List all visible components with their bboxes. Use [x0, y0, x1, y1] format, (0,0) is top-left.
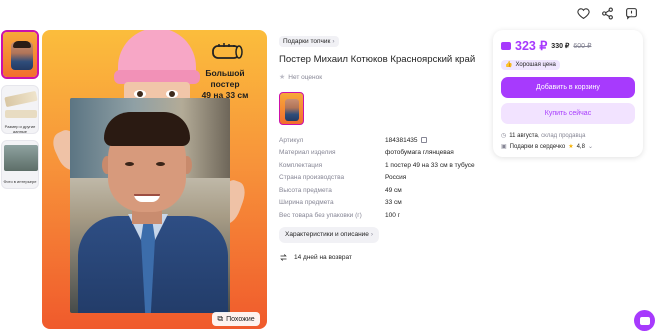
- spec-row: Ширина предмета 33 см: [279, 199, 402, 207]
- seller-info[interactable]: ▣ Подарки в сердечко ★ 4,8 ⌄: [501, 143, 635, 151]
- chat-button[interactable]: [634, 310, 655, 331]
- report-icon[interactable]: [624, 6, 638, 20]
- buy-now-button[interactable]: Купить сейчас: [501, 103, 635, 124]
- chat-icon: [639, 316, 650, 325]
- thumbnail-3[interactable]: Фото в интерьере: [1, 140, 39, 189]
- specs-table: Артикул 184381435 Материал изделия фотобум…: [279, 134, 494, 222]
- spec-row: Комплектация 1 постер 49 на 33 см в тубус…: [279, 161, 475, 169]
- chevron-right-icon: ›: [332, 38, 335, 45]
- main-product-image[interactable]: Большой постер 49 на 33 см ⧉ Похожие: [42, 30, 267, 329]
- copy-icon[interactable]: [420, 137, 427, 144]
- chevron-right-icon: ›: [370, 231, 374, 238]
- return-icon: [280, 253, 287, 261]
- store-icon: ▣: [501, 144, 507, 150]
- thumbnail-caption: Фото в интерьере: [3, 179, 37, 184]
- old-price: 600 ₽: [573, 42, 592, 50]
- poster-size-badge: Большой постер 49 на 33 см: [201, 68, 249, 100]
- chevron-down-icon: ⌄: [587, 144, 593, 150]
- product-info: Подарки топчик › Постер Михаил Котюков К…: [279, 30, 494, 262]
- regular-price: 330 ₽: [551, 42, 570, 50]
- price-row: 323 ₽ 330 ₽ 600 ₽: [501, 38, 635, 53]
- delivery-info: ◷ 11 августа, склад продавца: [501, 132, 586, 140]
- heart-icon[interactable]: [576, 6, 590, 20]
- spec-row: Материал изделия фотобумага глянцевая: [279, 149, 454, 157]
- top-actions: [576, 6, 638, 20]
- thumbnail-1[interactable]: [1, 30, 39, 79]
- thumbnail-2[interactable]: Размер и другие данные: [1, 85, 39, 134]
- thumbs-up-icon: 👍: [505, 62, 513, 68]
- product-page: Размер и другие данные Фото в интерьере …: [0, 0, 656, 335]
- details-button[interactable]: Характеристики и описание ›: [279, 226, 380, 243]
- spec-row: Высота предмета 49 см: [279, 186, 402, 194]
- similar-button[interactable]: ⧉ Похожие: [212, 312, 260, 326]
- brand-link[interactable]: Подарки топчик ›: [279, 36, 339, 47]
- star-icon: ★: [568, 144, 574, 150]
- poster-tube-icon: [212, 43, 243, 59]
- thumbnail-caption: Размер и другие данные: [4, 124, 36, 134]
- share-icon[interactable]: [600, 6, 614, 20]
- add-to-cart-button[interactable]: Добавить в корзину: [501, 77, 635, 98]
- star-icon: ★: [279, 74, 286, 81]
- spec-row: Вес товара без упаковки (г) 100 г: [279, 211, 401, 219]
- thumbnail-list: Размер и другие данные Фото в интерьере: [1, 30, 39, 189]
- poster-photo: [70, 98, 230, 313]
- spec-row: Артикул 184381435: [279, 134, 494, 147]
- good-price-badge: 👍 Хорошая цена: [501, 59, 560, 70]
- return-info: 14 дней на возврат: [279, 253, 494, 262]
- variant-thumbnail[interactable]: [279, 92, 304, 125]
- wallet-icon: [501, 41, 511, 50]
- product-title: Постер Михаил Котюков Красноярский край: [279, 54, 476, 65]
- rating: ★ Нет оценок: [279, 73, 323, 82]
- spec-row: Страна производства Россия: [279, 174, 407, 182]
- wallet-price: 323 ₽: [515, 39, 548, 53]
- clock-icon: ◷: [501, 133, 507, 139]
- buy-card: 323 ₽ 330 ₽ 600 ₽ 👍 Хорошая цена Добавит…: [493, 30, 643, 157]
- similar-icon: ⧉: [217, 314, 224, 323]
